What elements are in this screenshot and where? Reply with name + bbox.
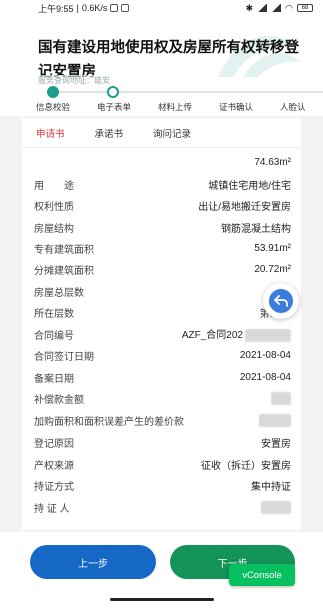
status-time: 上午9:55 [38,3,74,14]
detail-label: 分摊建筑面积 [34,265,94,277]
wifi-icon: ◠ [285,2,293,13]
vconsole-button[interactable]: vConsole [229,564,295,586]
step-label-face[interactable]: 人脸认 [280,101,306,113]
stepper-hint: 服务查询地址：雄安 [38,75,110,86]
detail-label: 登记原因 [34,438,74,450]
detail-row: 房屋总层数 [34,281,291,301]
detail-value: 53.91m² [254,242,291,254]
detail-label: 产权来源 [34,460,74,472]
detail-label: 房屋总层数 [34,287,84,299]
contract-number: AZF_合同202 [181,330,243,342]
battery-icon: 68 [297,4,313,12]
detail-row: 补偿款金额 [34,388,291,408]
app-icon [121,4,130,12]
tab-inquiry-record[interactable]: 询问记录 [153,126,191,140]
signal-icon-2 [271,4,282,12]
detail-value: 2021-08-04 [239,349,291,361]
detail-row: 持证方式 集中持证 [34,475,291,495]
step-label-verify[interactable]: 信息校验 [36,101,70,113]
detail-row: 持 证 人 [34,497,291,517]
detail-row: 用 途 城镇住宅用地/住宅 [34,174,291,194]
detail-label: 备案日期 [34,373,74,385]
detail-row: 74.63m² [34,152,291,172]
step-dot-current [107,86,119,98]
step-dot-done [47,86,59,98]
previous-step-button[interactable]: 上一步 [30,545,156,579]
detail-row: 备案日期 2021-08-04 [34,367,291,387]
area-value: 74.63m² [254,156,291,168]
notification-icon [110,4,119,12]
signal-icon [257,4,268,12]
progress-stepper: 服务查询地址：雄安 信息校验 电子表单 材料上传 证书确认 人脸认 [0,75,323,116]
detail-row: 所在层数 第6层 [34,302,291,322]
status-bar: 上午9:55 | 0.6K/s ✱ ◠ 68 [0,0,323,16]
detail-row: 专有建筑面积 53.91m² [34,238,291,258]
bluetooth-icon: ✱ [245,2,254,13]
detail-value: 2021-08-04 [239,371,291,383]
detail-label: 房屋结构 [34,223,74,235]
detail-row: 加购面积和面积误差产生的差价款 [34,410,291,430]
detail-row: 权利性质 出让/易地搬迁安置房 [34,195,291,215]
detail-value: 出让/易地搬迁安置房 [198,201,291,213]
detail-value: 20.72m² [254,263,291,275]
detail-value: 城镇住宅用地/住宅 [208,180,291,192]
step-label-certificate[interactable]: 证书确认 [219,101,253,113]
redacted-block [271,391,291,405]
redacted-block [261,500,291,514]
detail-label: 合同签订日期 [34,351,94,363]
detail-row: 合同编号 AZF_合同202 [34,324,291,344]
detail-label: 专有建筑面积 [34,244,94,256]
detail-label: 所在层数 [34,308,74,320]
detail-value: AZF_合同202 [182,326,291,342]
undo-arrow-icon [269,289,293,313]
detail-row: 产权来源 征收（拆迁）安置房 [34,454,291,474]
detail-row: 合同签订日期 2021-08-04 [34,345,291,365]
status-separator: | [76,3,79,13]
detail-value: 集中持证 [251,481,291,493]
detail-row: 分摊建筑面积 20.72m² [34,259,291,279]
detail-label: 权利性质 [34,201,74,213]
detail-row: 登记原因 安置房 [34,432,291,452]
home-indicator[interactable] [110,598,214,601]
detail-label: 补偿款金额 [34,394,84,406]
detail-row: 房屋结构 钢筋混凝土结构 [34,217,291,237]
stepper-line [55,91,323,93]
step-label-upload[interactable]: 材料上传 [158,101,192,113]
detail-label: 持 证 人 [34,503,70,515]
detail-value: 钢筋混凝土结构 [221,223,291,235]
detail-label: 加购面积和面积误差产生的差价款 [34,416,184,428]
document-tabs: 申请书 承诺书 询问记录 [22,118,301,148]
redacted-block [245,328,291,342]
tab-application[interactable]: 申请书 [36,126,65,140]
property-details-card: 74.63m² 用 途 城镇住宅用地/住宅 权利性质 出让/易地搬迁安置房 房屋… [22,148,301,530]
detail-label: 用 途 [34,180,74,192]
detail-value: 安置房 [261,438,291,450]
tab-commitment[interactable]: 承诺书 [95,126,124,140]
detail-label: 持证方式 [34,481,74,493]
floating-back-button[interactable] [263,283,299,319]
redacted-block [259,413,291,427]
detail-label: 合同编号 [34,330,74,342]
step-label-form[interactable]: 电子表单 [97,101,131,113]
network-speed: 0.6K/s [81,3,108,13]
detail-value: 征收（拆迁）安置房 [201,460,291,472]
